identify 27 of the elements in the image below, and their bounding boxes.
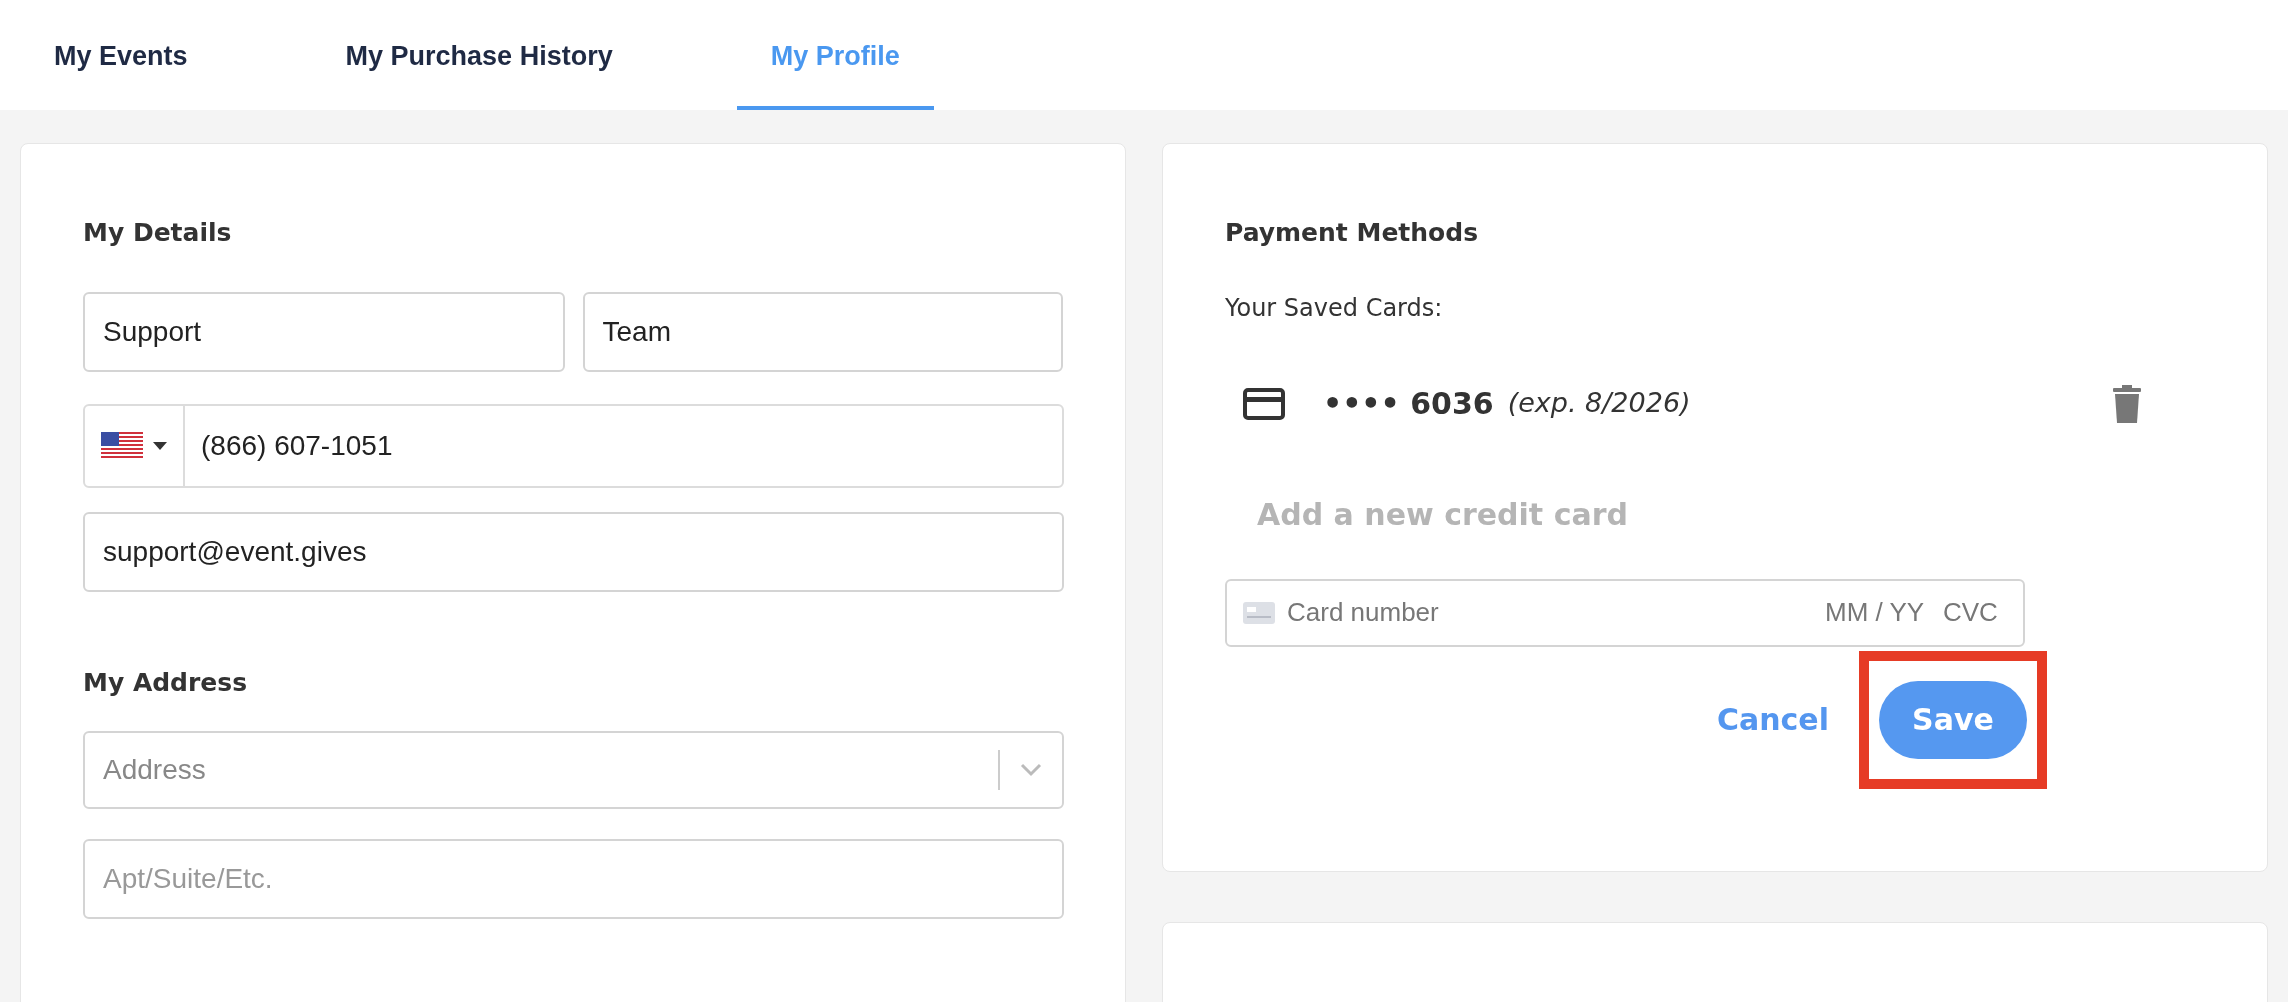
apt-field[interactable]: Apt/Suite/Etc. [83, 839, 1064, 919]
saved-cards-label: Your Saved Cards: [1225, 292, 1444, 324]
last-name-field[interactable]: Team [582, 291, 1063, 372]
card-number: •••• 6036 [1323, 385, 1494, 423]
card-expiry: (exp. 8/2026) [1507, 386, 1691, 421]
tab[interactable]: My Events [20, 0, 222, 110]
cvc-field[interactable]: CVC [1943, 593, 2001, 632]
flag-icon [101, 431, 143, 460]
caret-icon [153, 441, 167, 450]
phone-field[interactable]: (866) 607-1051 [185, 424, 1062, 467]
chevron-down-icon [1020, 763, 1042, 777]
phone-field-frame[interactable]: (866) 607-1051 [83, 403, 1064, 488]
address-select-frame[interactable]: Address [83, 731, 1064, 809]
email-field[interactable]: support@event.gives [83, 511, 1064, 592]
first-name-field[interactable]: Support [83, 291, 565, 372]
section-title: My Address [83, 666, 249, 699]
section-title: Payment Methods [1225, 217, 1480, 249]
tab[interactable]: My Purchase History [311, 0, 647, 110]
address-field[interactable]: Address [103, 749, 998, 791]
card-input-frame[interactable]: Card number MM / YY CVC [1225, 578, 2025, 647]
section-title: My Details [83, 217, 233, 249]
expiry-field[interactable]: MM / YY [1825, 593, 1943, 632]
card-placeholder-icon [1243, 601, 1275, 624]
credit-card-icon [1243, 387, 1285, 420]
add-card-label: Add a new credit card [1257, 495, 1629, 534]
card-number-field[interactable]: Card number [1287, 593, 1825, 632]
trash-icon[interactable] [2112, 384, 2141, 423]
